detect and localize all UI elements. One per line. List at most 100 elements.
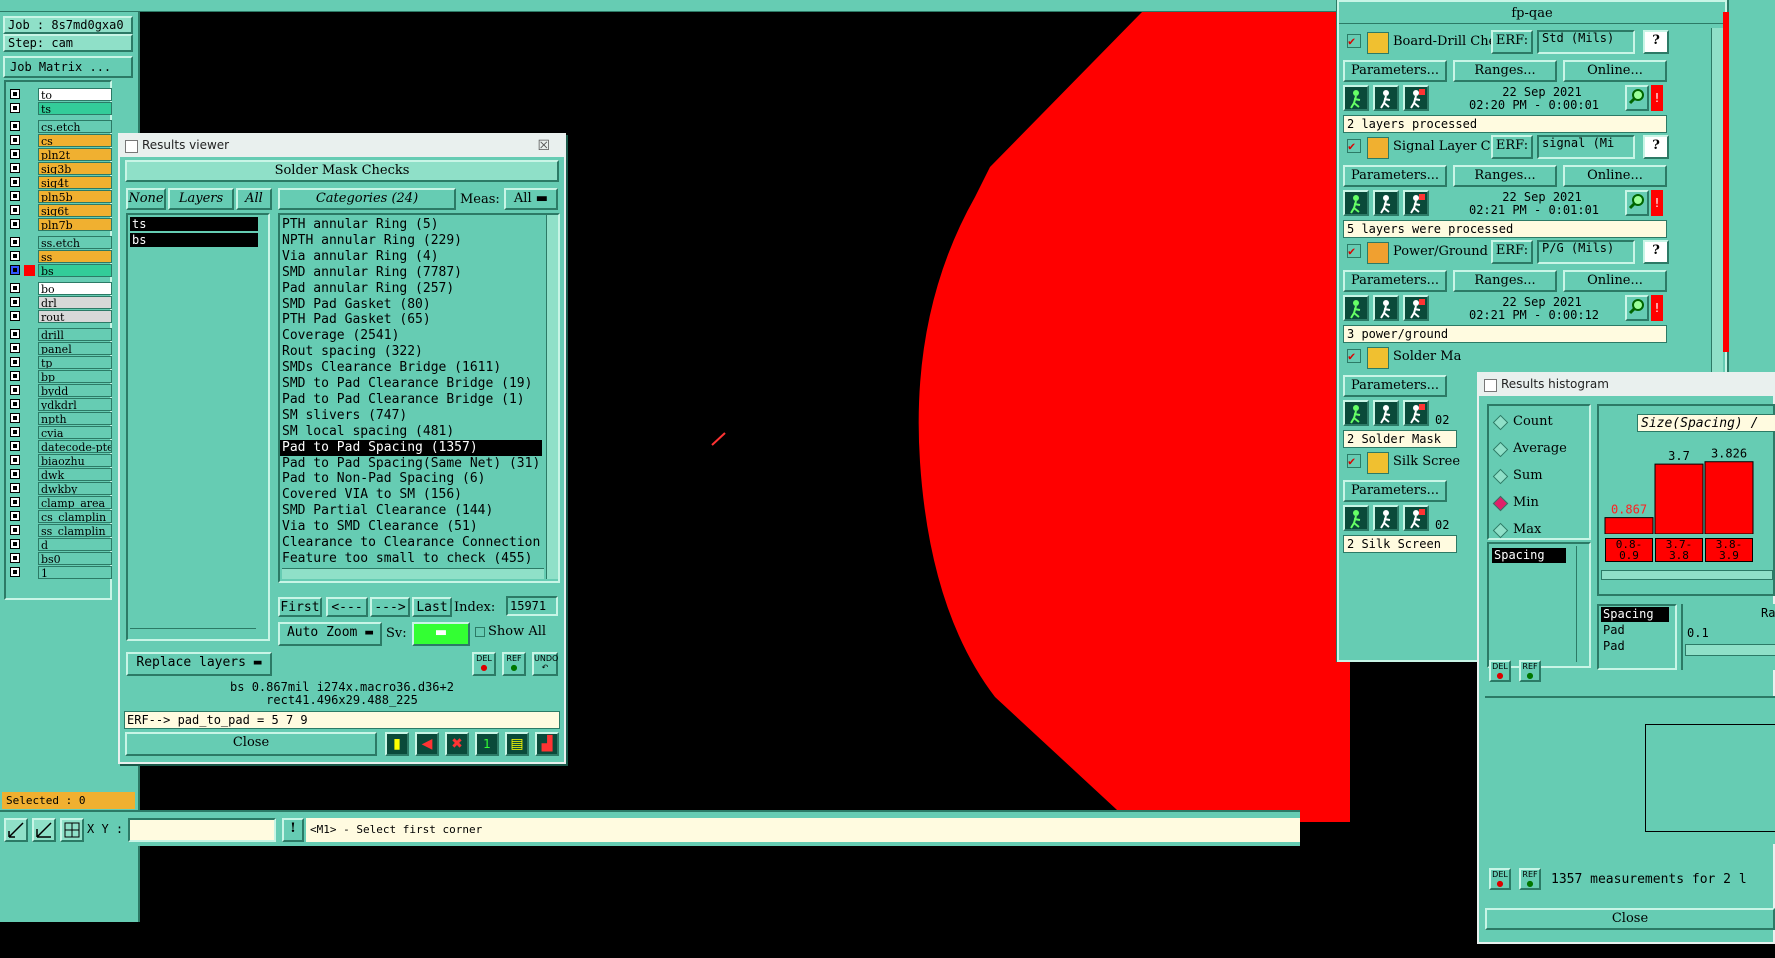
- layer-checkbox[interactable]: [10, 237, 20, 247]
- ranges-button[interactable]: Ranges...: [1453, 270, 1557, 292]
- ref-icon[interactable]: REF ●: [502, 652, 526, 676]
- layer-checkbox[interactable]: [10, 385, 20, 395]
- ref-icon[interactable]: REF ●: [1519, 660, 1541, 682]
- layer-row[interactable]: to: [8, 88, 112, 101]
- first-button[interactable]: First: [278, 597, 322, 617]
- layer-row[interactable]: pln7b: [8, 218, 112, 231]
- layer-row[interactable]: dwk: [8, 468, 112, 481]
- layer-checkbox[interactable]: [10, 483, 20, 493]
- category-item[interactable]: Clearance to Clearance Connection: [280, 535, 542, 551]
- layer-checkbox[interactable]: [10, 121, 20, 131]
- report-icon[interactable]: ▤: [505, 732, 529, 756]
- analysis-enable-checkbox[interactable]: ✔: [1347, 349, 1361, 363]
- layer-row[interactable]: cvia: [8, 426, 112, 439]
- layer-row[interactable]: npth: [8, 412, 112, 425]
- category-item[interactable]: Rout spacing (322): [280, 344, 542, 360]
- layer-checkbox[interactable]: [10, 343, 20, 353]
- next-button[interactable]: --->: [370, 597, 410, 617]
- category-item[interactable]: SMD Partial Clearance (144): [280, 503, 542, 519]
- remove-icon[interactable]: ✖: [445, 732, 469, 756]
- layer-list[interactable]: to ts cs.etch cs pln2t sig3b sig4t pln5b sig6t pl…: [4, 80, 112, 600]
- layer-checkbox[interactable]: [10, 297, 20, 307]
- category-item[interactable]: SMD annular Ring (7787): [280, 265, 542, 281]
- layer-checkbox[interactable]: [10, 177, 20, 187]
- category-hscroll[interactable]: [282, 568, 544, 579]
- erf-button[interactable]: ERF:: [1491, 30, 1533, 54]
- category-item[interactable]: Pad annular Ring (257): [280, 281, 542, 297]
- layer-row[interactable]: ts: [8, 102, 112, 115]
- layer-row[interactable]: 1: [8, 566, 112, 579]
- grid-icon[interactable]: [60, 818, 84, 842]
- category-item[interactable]: NPTH annular Ring (229): [280, 233, 542, 249]
- run-icon[interactable]: [1343, 505, 1369, 531]
- category-item[interactable]: Via annular Ring (4): [280, 249, 542, 265]
- layer-row[interactable]: bydd: [8, 384, 112, 397]
- ref-icon[interactable]: REF ●: [1519, 868, 1541, 890]
- analysis-name[interactable]: Power/Ground C: [1393, 244, 1491, 259]
- undo-icon[interactable]: UNDO ↶: [532, 652, 558, 676]
- layer-row[interactable]: cs.etch: [8, 120, 112, 133]
- erf-button[interactable]: ERF:: [1491, 240, 1533, 264]
- layer-checkbox[interactable]: [10, 205, 20, 215]
- category-item[interactable]: Covered VIA to SM (156): [280, 487, 542, 503]
- category-item[interactable]: SM local spacing (481): [280, 424, 542, 440]
- layer-checkbox[interactable]: [10, 135, 20, 145]
- online-button[interactable]: Online...: [1563, 60, 1667, 82]
- histogram-bar[interactable]: [1654, 463, 1704, 534]
- layer-checkbox[interactable]: [10, 371, 20, 381]
- category-item[interactable]: Pad to Pad Clearance Bridge (1): [280, 392, 542, 408]
- del-icon[interactable]: DEL ●: [1489, 868, 1511, 890]
- layer-select-list[interactable]: ts bs: [126, 213, 270, 641]
- job-matrix-button[interactable]: Job Matrix ...: [3, 56, 133, 78]
- parameters-button[interactable]: Parameters...: [1343, 165, 1447, 187]
- layer-row[interactable]: clamp_area: [8, 496, 112, 509]
- ranges-button[interactable]: Ranges...: [1453, 60, 1557, 82]
- last-button[interactable]: Last: [412, 597, 452, 617]
- layer-checkbox[interactable]: [10, 265, 20, 275]
- run-stop-icon[interactable]: [1403, 505, 1429, 531]
- layer-item[interactable]: bs: [130, 233, 258, 247]
- index-input[interactable]: [506, 596, 558, 616]
- layer-row[interactable]: bp: [8, 370, 112, 383]
- analysis-name[interactable]: Board-Drill Che: [1393, 34, 1491, 49]
- category-item[interactable]: Coverage (2541): [280, 328, 542, 344]
- del-icon[interactable]: DEL ●: [1489, 660, 1511, 682]
- layer-row[interactable]: sig6t: [8, 204, 112, 217]
- layer-row[interactable]: ss.etch: [8, 236, 112, 249]
- parameters-button[interactable]: Parameters...: [1343, 480, 1447, 502]
- help-button[interactable]: ?: [1643, 240, 1669, 264]
- category-vscroll[interactable]: [546, 215, 558, 579]
- replace-layers-dropdown[interactable]: Replace layers ▬: [126, 652, 272, 676]
- layer-item[interactable]: ts: [130, 217, 258, 231]
- layer-row[interactable]: bo: [8, 282, 112, 295]
- layer-checkbox[interactable]: [10, 329, 20, 339]
- xy-input[interactable]: [128, 818, 276, 842]
- layer-row[interactable]: ss: [8, 250, 112, 263]
- run-icon[interactable]: [1343, 190, 1369, 216]
- layers-button[interactable]: Layers: [168, 188, 234, 210]
- category-item[interactable]: SM slivers (747): [280, 408, 542, 424]
- histogram-bar[interactable]: [1704, 461, 1754, 534]
- layer-row[interactable]: pln5b: [8, 190, 112, 203]
- category-item[interactable]: PTH annular Ring (5): [280, 217, 542, 233]
- analysis-enable-checkbox[interactable]: ✔: [1347, 244, 1361, 258]
- zoom-results-button[interactable]: [1625, 190, 1649, 216]
- category-item[interactable]: SMD Pad Gasket (80): [280, 297, 542, 313]
- numbered-list-icon[interactable]: 1: [475, 732, 499, 756]
- ranges-button[interactable]: Ranges...: [1453, 165, 1557, 187]
- layer-checkbox[interactable]: [10, 567, 20, 577]
- category-item[interactable]: Via to SMD Clearance (51): [280, 519, 542, 535]
- prev-button[interactable]: <---: [326, 597, 368, 617]
- layer-row[interactable]: drill: [8, 328, 112, 341]
- field-list-vscroll[interactable]: [1576, 546, 1587, 662]
- layer-row[interactable]: cs_clamplin: [8, 510, 112, 523]
- layer-row[interactable]: drl: [8, 296, 112, 309]
- help-button[interactable]: ?: [1643, 30, 1669, 54]
- none-button[interactable]: None: [126, 188, 166, 210]
- analysis-enable-checkbox[interactable]: ✔: [1347, 139, 1361, 153]
- run-all-icon[interactable]: [1373, 190, 1399, 216]
- zoom-fit-icon[interactable]: [4, 818, 28, 842]
- layer-list-hscroll[interactable]: [130, 628, 256, 639]
- histogram-bar[interactable]: [1604, 517, 1654, 534]
- layer-checkbox[interactable]: [10, 511, 20, 521]
